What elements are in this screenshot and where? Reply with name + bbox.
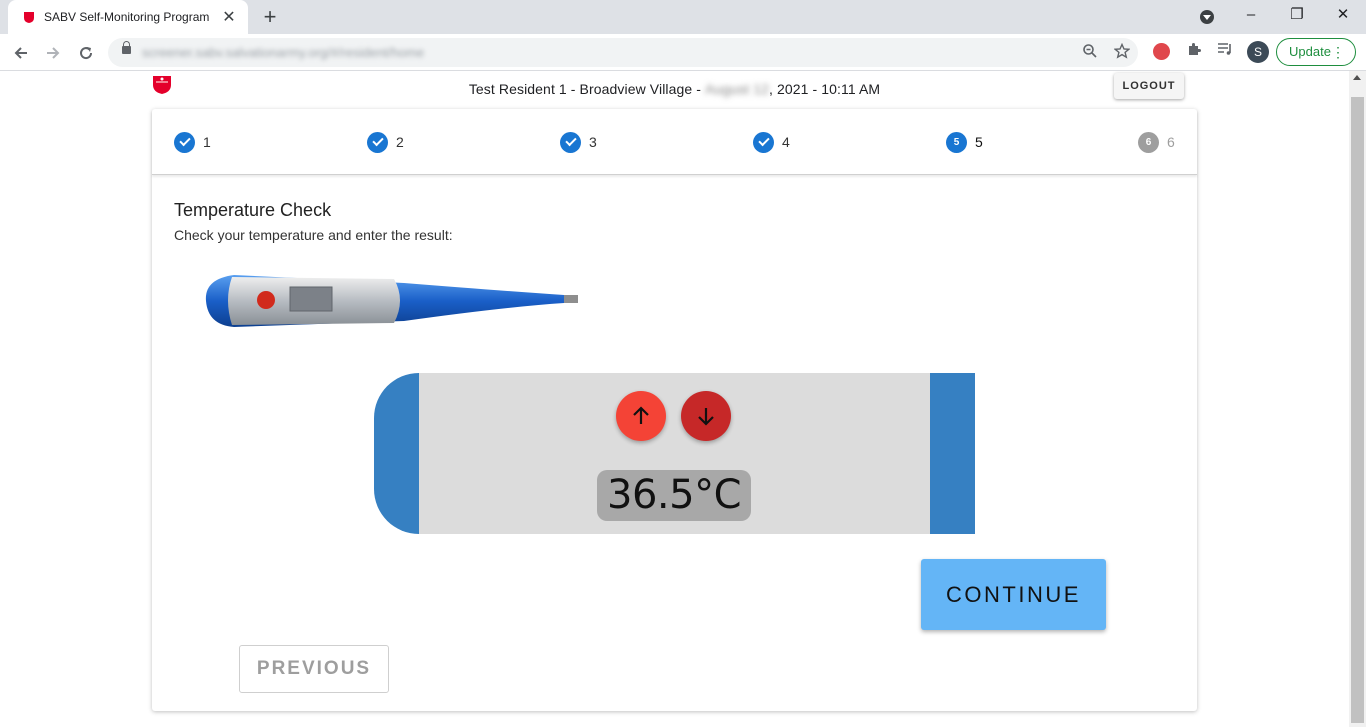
forward-icon[interactable] xyxy=(40,40,66,66)
display-right-cap xyxy=(930,373,975,534)
temperature-display: 36.5°C xyxy=(374,373,975,534)
reload-icon[interactable] xyxy=(73,40,99,66)
step-3[interactable]: 3 xyxy=(560,131,597,153)
logout-button[interactable]: LOGOUT xyxy=(1114,73,1184,99)
lock-icon xyxy=(122,41,131,54)
step-label: 6 xyxy=(1167,134,1175,150)
step-label: 5 xyxy=(975,134,983,150)
section-subtitle: Check your temperature and enter the res… xyxy=(174,227,453,243)
tab-title: SABV Self-Monitoring Program xyxy=(44,10,210,24)
tab-search-icon[interactable] xyxy=(1200,10,1214,24)
step-2[interactable]: 2 xyxy=(367,131,404,153)
continue-button[interactable]: CONTINUE xyxy=(921,559,1106,630)
new-tab-button[interactable]: + xyxy=(258,4,282,30)
kebab-menu-icon[interactable]: ⋮ xyxy=(1331,39,1345,65)
page-header: Test Resident 1 - Broadview Village - Au… xyxy=(0,71,1349,107)
back-icon[interactable] xyxy=(8,40,34,66)
arrow-down-icon xyxy=(698,408,714,426)
blurred-date: August 12 xyxy=(705,81,769,97)
window-close-button[interactable]: ✕ xyxy=(1320,0,1366,32)
address-bar[interactable]: screener.sabv.salvationarmy.org/#/reside… xyxy=(108,38,1138,67)
step-label: 2 xyxy=(396,134,404,150)
tab-close-icon[interactable]: ✕ xyxy=(220,7,238,27)
bookmark-star-icon[interactable] xyxy=(1112,42,1132,63)
zoom-icon[interactable] xyxy=(1080,43,1100,63)
stepper: 1 2 3 4 5 5 6 6 xyxy=(152,109,1197,175)
step-4[interactable]: 4 xyxy=(753,131,790,153)
profile-avatar[interactable]: S xyxy=(1247,41,1269,63)
temperature-value: 36.5°C xyxy=(597,470,751,521)
display-left-cap xyxy=(374,373,419,534)
page-scrollbar[interactable] xyxy=(1349,71,1366,727)
step-number-badge: 5 xyxy=(946,131,967,153)
minimize-button[interactable]: – xyxy=(1228,0,1274,32)
step-5[interactable]: 5 5 xyxy=(946,131,983,153)
main-card: 1 2 3 4 5 5 6 6 Temperature Check Check … xyxy=(152,109,1197,711)
check-icon xyxy=(560,131,581,153)
browser-tab[interactable]: SABV Self-Monitoring Program ✕ xyxy=(8,0,248,34)
scroll-up-arrow-icon[interactable] xyxy=(1353,75,1361,80)
thermometer-illustration xyxy=(205,275,578,327)
step-6[interactable]: 6 6 xyxy=(1138,131,1175,153)
restore-button[interactable]: ❐ xyxy=(1274,0,1320,32)
section-title: Temperature Check xyxy=(174,200,332,220)
resident-line: Test Resident 1 - Broadview Village - xyxy=(468,81,706,97)
scroll-thumb[interactable] xyxy=(1351,97,1364,723)
increase-temperature-button[interactable] xyxy=(616,391,666,441)
arrow-up-icon xyxy=(633,406,649,424)
date-time: , 2021 - 10:11 AM xyxy=(768,81,881,97)
step-number-badge: 6 xyxy=(1138,131,1159,153)
extension-red-icon[interactable] xyxy=(1153,43,1170,60)
decrease-temperature-button[interactable] xyxy=(681,391,731,441)
check-icon xyxy=(174,131,195,153)
check-icon xyxy=(753,131,774,153)
browser-tab-strip: SABV Self-Monitoring Program ✕ + – ❐ ✕ xyxy=(0,0,1366,34)
media-queue-icon[interactable] xyxy=(1214,41,1236,63)
update-label: Update xyxy=(1289,44,1331,59)
check-icon xyxy=(367,131,388,153)
previous-button[interactable]: PREVIOUS xyxy=(239,645,389,693)
step-1[interactable]: 1 xyxy=(174,131,211,153)
step-label: 1 xyxy=(203,134,211,150)
update-button[interactable]: Update ⋮ xyxy=(1276,38,1356,66)
url-text: screener.sabv.salvationarmy.org/#/reside… xyxy=(142,45,425,60)
salvation-army-favicon-icon xyxy=(24,12,34,23)
extensions-puzzle-icon[interactable] xyxy=(1183,41,1205,63)
step-label: 4 xyxy=(782,134,790,150)
step-label: 3 xyxy=(589,134,597,150)
